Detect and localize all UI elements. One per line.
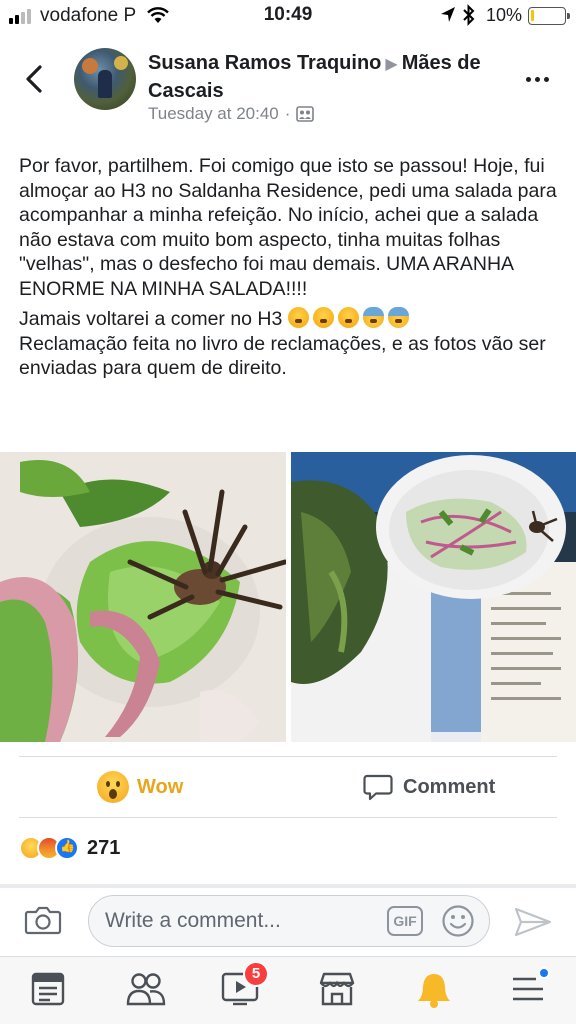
friends-icon[interactable]: [126, 971, 166, 1007]
comment-input[interactable]: [105, 908, 375, 934]
wow-label: Wow: [137, 775, 184, 798]
angry-face-icon: [287, 307, 309, 328]
comment-button[interactable]: Comment: [363, 773, 495, 801]
gif-button[interactable]: GIF: [387, 906, 423, 936]
watch-tab[interactable]: 5: [221, 961, 269, 1012]
menu-new-dot: [538, 967, 550, 979]
send-icon[interactable]: [514, 906, 552, 938]
comment-label: Comment: [403, 775, 496, 798]
post-actions-bar: Wow Comment: [19, 756, 557, 818]
watch-notification-badge: 5: [243, 961, 269, 987]
comment-composer[interactable]: GIF: [88, 895, 490, 947]
post-photo-salad-closeup[interactable]: [0, 452, 286, 742]
author-name[interactable]: Susana Ramos Traquino: [148, 52, 381, 74]
battery-fill: [531, 10, 534, 21]
post-photo-salad-bowl[interactable]: [291, 452, 576, 742]
section-divider: [0, 884, 576, 888]
post-body: Por favor, partilhem. Foi comigo que ist…: [19, 154, 559, 387]
bluetooth-icon: [463, 4, 475, 26]
notifications-bell-icon[interactable]: [416, 971, 452, 1009]
angry-face-icon: [312, 307, 334, 328]
post-meta: Tuesday at 20:40 ·: [148, 104, 315, 124]
wow-reaction-button[interactable]: Wow: [97, 771, 183, 803]
group-privacy-icon: [296, 106, 315, 122]
battery-icon: [528, 7, 570, 25]
wow-face-icon: [97, 771, 129, 803]
post-paragraph: Por favor, partilhem. Foi comigo que ist…: [19, 155, 557, 300]
post-author-line: Susana Ramos Traquino ▶ Mães de Cascais: [148, 50, 498, 104]
emoji-smile-icon[interactable]: [441, 904, 475, 938]
author-avatar[interactable]: [74, 48, 136, 110]
marketplace-icon[interactable]: [318, 971, 356, 1007]
like-reaction-icon: [55, 836, 79, 860]
bottom-tab-bar: 5: [0, 956, 576, 1024]
meta-separator: ·: [284, 104, 291, 123]
status-bar: vodafone P 10:49 10%: [0, 0, 576, 32]
battery-percent: 10%: [486, 5, 523, 25]
reaction-count: 271: [87, 836, 121, 859]
news-feed-icon[interactable]: [30, 971, 66, 1007]
menu-tab[interactable]: [510, 967, 550, 1012]
camera-icon[interactable]: [24, 904, 62, 936]
post-paragraph: Jamais voltarei a comer no H3 Reclamação…: [19, 307, 546, 379]
back-arrow-icon[interactable]: [22, 64, 46, 94]
more-options-icon[interactable]: [526, 77, 549, 82]
caret-right-icon: ▶: [385, 56, 398, 73]
location-icon: [441, 7, 455, 22]
angry-face-icon: [337, 307, 359, 328]
fearful-face-icon: [362, 307, 384, 328]
fearful-face-icon: [387, 307, 409, 328]
reaction-summary[interactable]: 271: [19, 836, 120, 860]
post-timestamp[interactable]: Tuesday at 20:40: [148, 104, 279, 124]
comment-bubble-icon: [363, 774, 393, 801]
